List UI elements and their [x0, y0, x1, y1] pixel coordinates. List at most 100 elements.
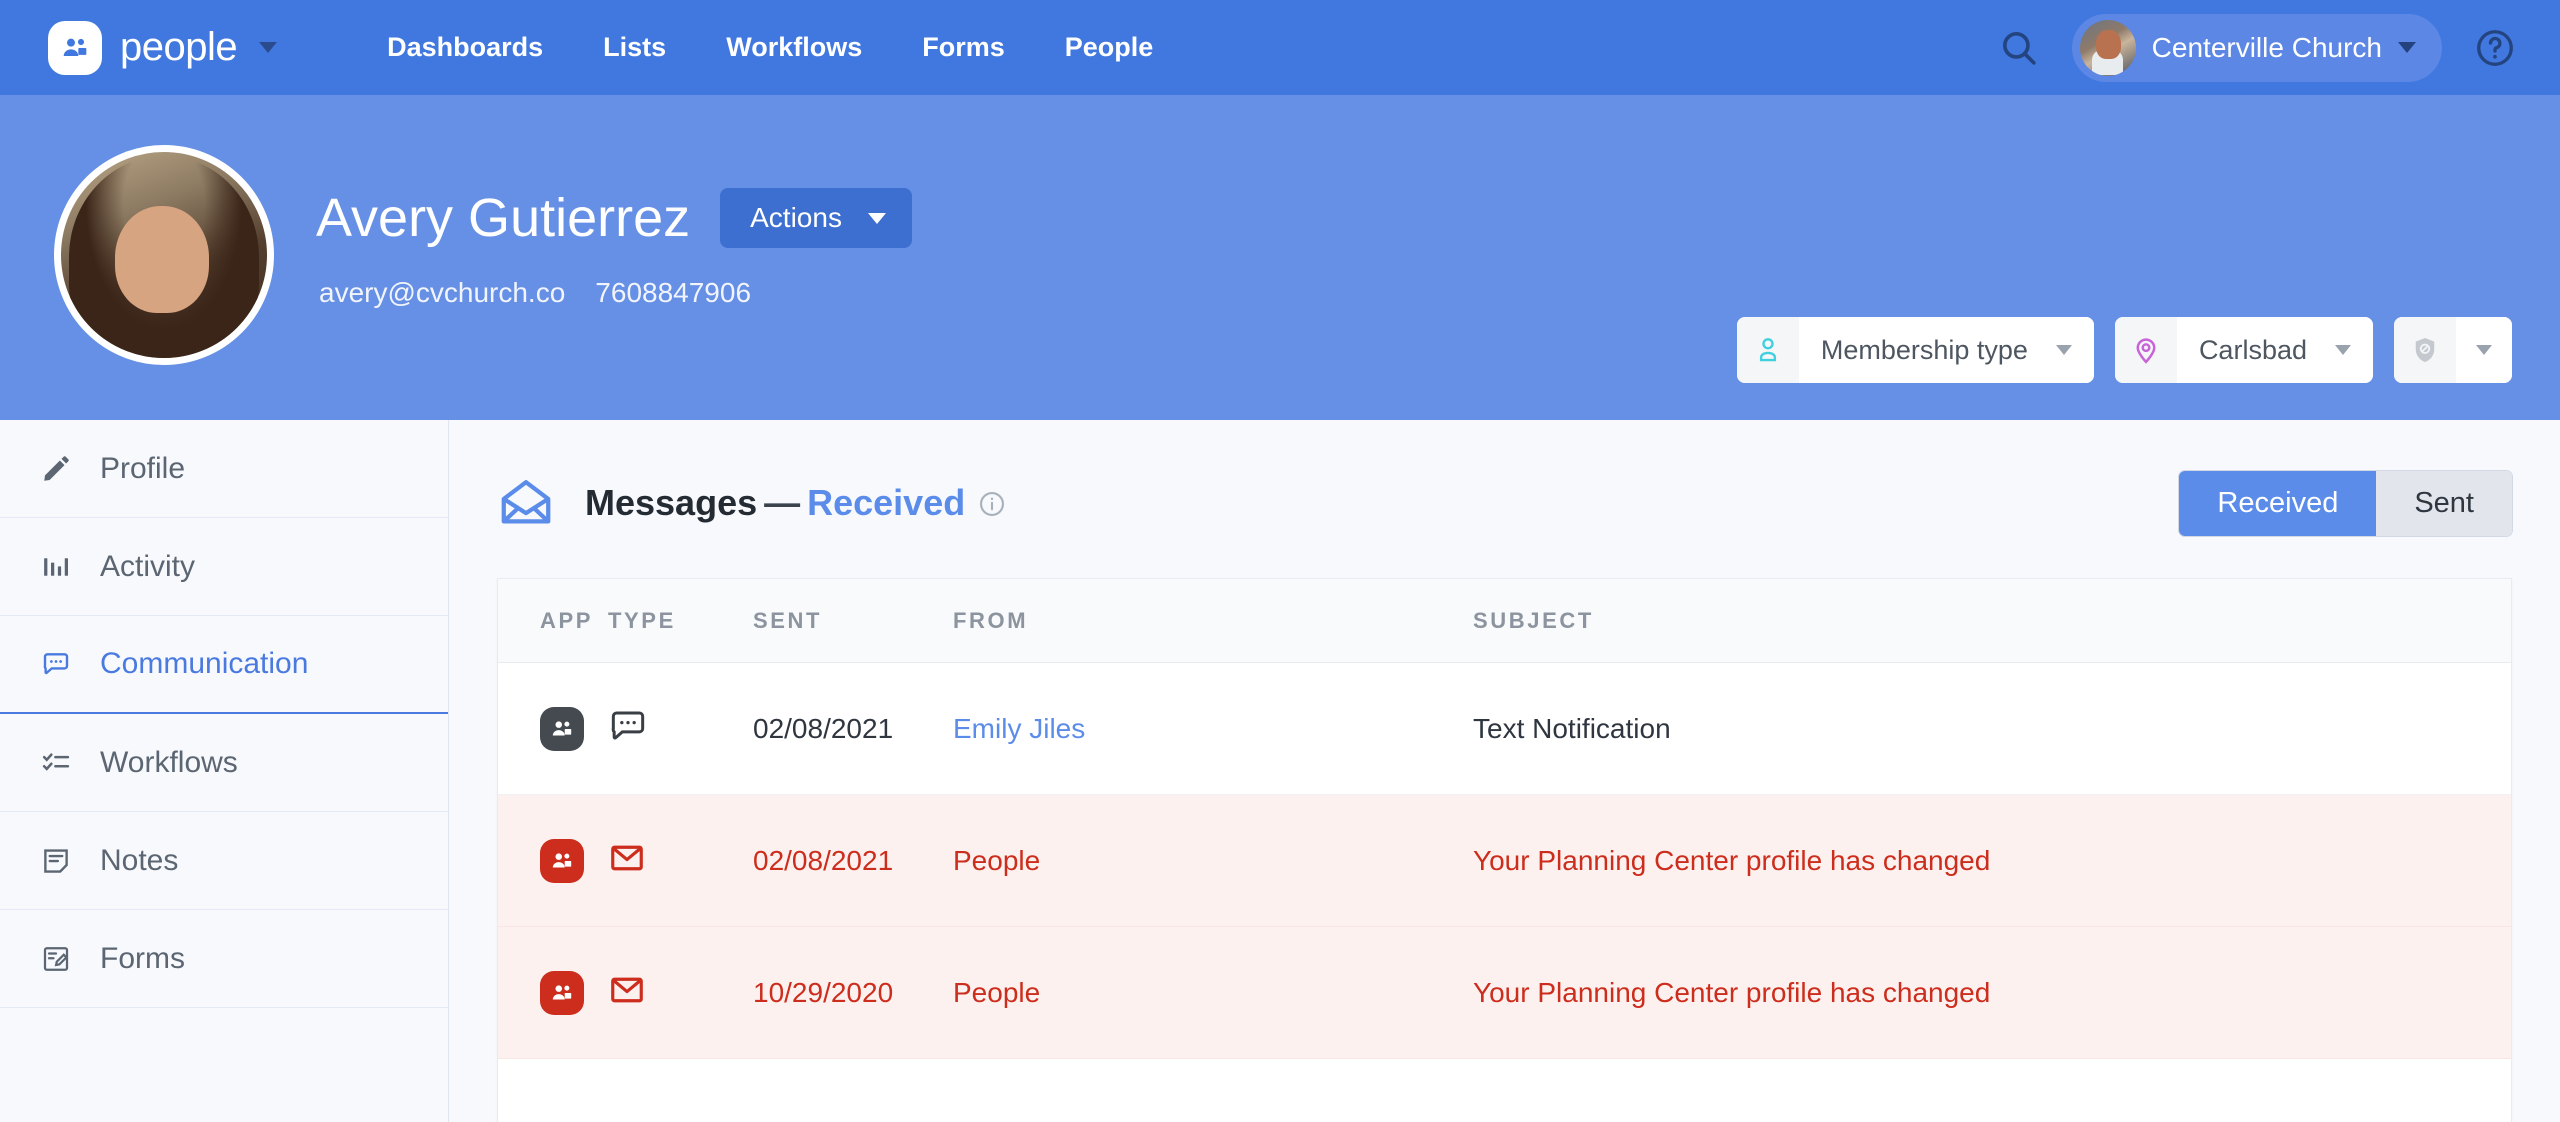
caret-down-icon — [868, 213, 886, 224]
avatar-face — [115, 206, 210, 313]
tab-received[interactable]: Received — [2179, 471, 2376, 536]
brand-logo-menu[interactable]: people — [48, 21, 277, 75]
person-name-row: Avery Gutierrez Actions — [316, 187, 912, 249]
caret-down-icon — [2476, 345, 2492, 355]
top-nav-right-group: Centerville Church — [1998, 14, 2516, 82]
permissions-body — [2456, 317, 2512, 383]
row-subject: Your Planning Center profile has changed — [1473, 845, 2511, 877]
person-header-info: Avery Gutierrez Actions avery@cvchurch.c… — [316, 145, 912, 309]
sidebar-item-forms[interactable]: Forms — [0, 910, 448, 1008]
messages-title: Messages—Received — [585, 482, 1006, 524]
sidebar-item-profile[interactable]: Profile — [0, 420, 448, 518]
row-subject: Your Planning Center profile has changed — [1473, 977, 2511, 1009]
table-row[interactable]: 10/29/2020 People Your Planning Center p… — [498, 927, 2511, 1059]
row-sent-date: 02/08/2021 — [753, 845, 953, 877]
search-icon[interactable] — [1998, 27, 2040, 69]
campus-body: Carlsbad — [2177, 317, 2373, 383]
sidebar-item-activity[interactable]: Activity — [0, 518, 448, 616]
table-row[interactable]: 02/08/2021 People Your Planning Center p… — [498, 795, 2511, 927]
chat-bubble-icon — [608, 733, 648, 750]
bar-chart-icon — [38, 552, 74, 582]
checklist-icon — [38, 748, 74, 778]
column-header-app: APP — [498, 608, 608, 634]
nav-link-forms[interactable]: Forms — [922, 32, 1005, 63]
top-navigation-bar: people Dashboards Lists Workflows Forms … — [0, 0, 2560, 95]
caret-down-icon — [2056, 345, 2072, 355]
chat-bubble-icon — [38, 649, 74, 679]
row-from-cell: Emily Jiles — [953, 713, 1473, 745]
column-header-subject: SUBJECT — [1473, 608, 2511, 634]
campus-dropdown[interactable]: Carlsbad — [2115, 317, 2373, 383]
column-header-sent: SENT — [753, 608, 953, 634]
sidebar-item-label: Workflows — [100, 746, 238, 780]
sidebar-item-notes[interactable]: Notes — [0, 812, 448, 910]
sidebar-item-workflows[interactable]: Workflows — [0, 714, 448, 812]
person-outline-icon — [1737, 317, 1799, 383]
messages-panel: Messages—Received Received Sent APP TYPE… — [449, 420, 2560, 1122]
people-app-icon — [540, 971, 584, 1015]
form-edit-icon — [38, 944, 74, 974]
content-area: Profile Activity — [0, 420, 2560, 1122]
row-type-cell — [608, 839, 753, 882]
map-pin-icon — [2115, 317, 2177, 383]
actions-button[interactable]: Actions — [720, 188, 912, 248]
caret-down-icon — [2335, 345, 2351, 355]
person-avatar[interactable] — [54, 145, 274, 365]
row-from-link[interactable]: Emily Jiles — [953, 713, 1085, 744]
messages-title-dash: — — [764, 482, 800, 523]
sidebar-item-label: Profile — [100, 452, 185, 486]
sidebar-item-label: Notes — [100, 844, 178, 878]
membership-type-dropdown[interactable]: Membership type — [1737, 317, 2094, 383]
row-app-cell — [498, 971, 608, 1015]
row-app-cell — [498, 839, 608, 883]
messages-title-text: Messages — [585, 482, 757, 523]
sidebar-item-communication[interactable]: Communication — [0, 616, 448, 714]
row-type-cell — [608, 706, 753, 751]
tab-sent[interactable]: Sent — [2376, 471, 2512, 536]
person-attribute-pills: Membership type Carlsbad — [1737, 317, 2512, 383]
open-envelope-icon — [497, 474, 555, 532]
membership-type-body: Membership type — [1799, 317, 2094, 383]
sidebar-item-label: Activity — [100, 550, 195, 584]
row-from: People — [953, 845, 1473, 877]
envelope-icon — [608, 996, 646, 1013]
people-app-icon — [48, 21, 102, 75]
organization-switcher[interactable]: Centerville Church — [2072, 14, 2442, 82]
help-circle-icon[interactable] — [2474, 27, 2516, 69]
permissions-dropdown[interactable] — [2394, 317, 2512, 383]
chevron-down-icon — [259, 42, 277, 53]
messages-table: APP TYPE SENT FROM SUBJECT — [497, 578, 2512, 1122]
nav-link-dashboards[interactable]: Dashboards — [387, 32, 543, 63]
shield-block-icon — [2394, 317, 2456, 383]
info-circle-icon[interactable] — [978, 490, 1006, 518]
messages-direction-toggle: Received Sent — [2179, 471, 2512, 536]
row-subject: Text Notification — [1473, 713, 2511, 745]
membership-type-label: Membership type — [1821, 335, 2028, 366]
actions-button-label: Actions — [750, 202, 842, 234]
brand-name: people — [120, 25, 237, 70]
table-row[interactable] — [498, 1059, 2511, 1122]
people-app-icon — [540, 839, 584, 883]
table-row[interactable]: 02/08/2021 Emily Jiles Text Notification — [498, 663, 2511, 795]
organization-name: Centerville Church — [2152, 32, 2382, 64]
row-from: People — [953, 977, 1473, 1009]
row-sent-date: 02/08/2021 — [753, 713, 953, 745]
email-field[interactable]: avery@cvchurch.co — [319, 277, 565, 309]
nav-link-lists[interactable]: Lists — [603, 32, 666, 63]
avatar — [2080, 20, 2136, 76]
people-app-icon — [540, 707, 584, 751]
phone-field[interactable]: 7608847906 — [595, 277, 751, 309]
nav-link-people[interactable]: People — [1065, 32, 1154, 63]
campus-label: Carlsbad — [2199, 335, 2307, 366]
note-icon — [38, 846, 74, 876]
pencil-icon — [38, 454, 74, 484]
column-header-type: TYPE — [608, 608, 753, 634]
chevron-down-icon — [2398, 42, 2416, 53]
page-title: Avery Gutierrez — [316, 187, 690, 249]
nav-link-workflows[interactable]: Workflows — [726, 32, 862, 63]
row-app-cell — [498, 707, 608, 751]
person-contact-row: avery@cvchurch.co 7608847906 — [316, 277, 912, 309]
messages-title-state: Received — [807, 482, 965, 523]
person-header-band: Avery Gutierrez Actions avery@cvchurch.c… — [0, 95, 2560, 420]
sidebar-item-label: Communication — [100, 647, 308, 681]
